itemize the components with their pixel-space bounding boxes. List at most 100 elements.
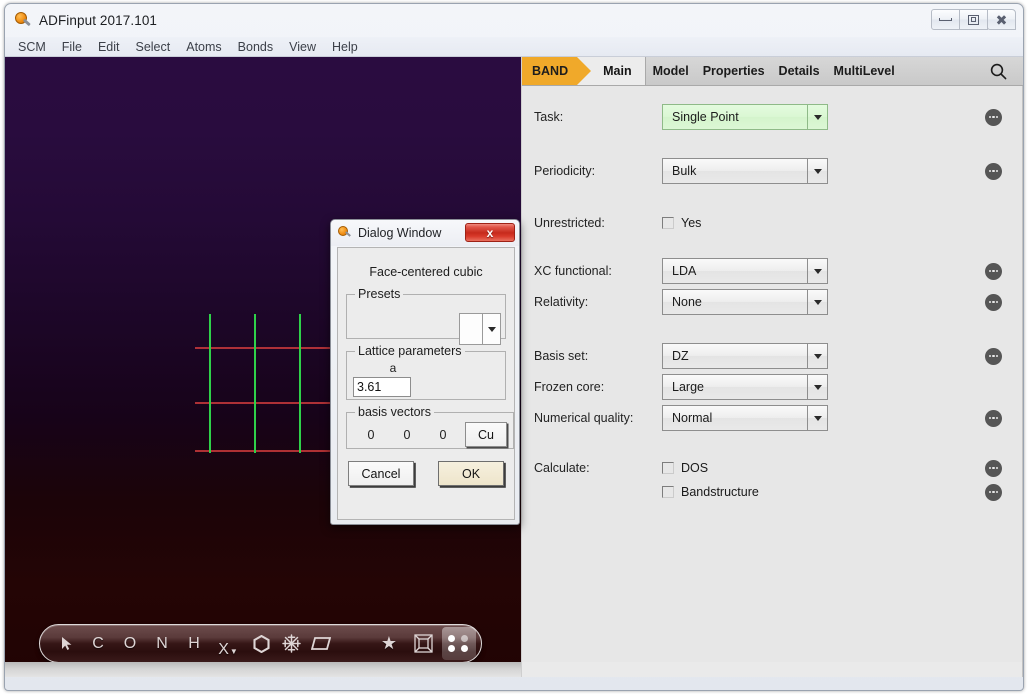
field-row-unrestricted: Unrestricted: Yes [522,210,1022,236]
presets-combo-value [460,314,482,344]
close-button[interactable]: ✖ [987,9,1016,30]
basis-coord-y[interactable]: 0 [389,428,425,442]
star-icon[interactable]: ★ [374,629,404,659]
tab-details[interactable]: Details [772,57,827,85]
combo-numerical-quality-value: Normal [663,411,807,425]
element-x-dropdown[interactable]: X ▼ [210,629,246,659]
more-options-numerical-quality[interactable] [985,410,1002,427]
tab-model[interactable]: Model [646,57,696,85]
menu-item-view[interactable]: View [281,37,324,57]
dialog-close-button[interactable]: x [465,223,515,242]
element-h-button[interactable]: H [178,629,210,659]
presets-legend: Presets [355,287,403,301]
field-row-relativity: Relativity: None [522,289,1022,315]
label-frozen-core: Frozen core: [534,380,604,394]
menu-item-scm[interactable]: SCM [10,37,54,57]
tab-multilevel[interactable]: MultiLevel [827,57,902,85]
checkbox-bandstructure-label: Bandstructure [681,485,759,499]
menu-item-bonds[interactable]: Bonds [230,37,281,57]
basis-coord-z[interactable]: 0 [425,428,461,442]
combo-task[interactable]: Single Point [662,104,828,130]
dialog-heading: Face-centered cubic [346,265,506,279]
program-tab-band[interactable]: BAND [522,57,577,85]
more-options-periodicity[interactable] [985,163,1002,180]
element-c-button[interactable]: C [82,629,114,659]
more-options-task[interactable] [985,109,1002,126]
viewport-footer [5,662,521,677]
element-o-button[interactable]: O [114,629,146,659]
combo-relativity[interactable]: None [662,289,828,315]
label-relativity: Relativity: [534,295,588,309]
more-options-basis-set[interactable] [985,348,1002,365]
combo-task-value: Single Point [663,110,807,124]
checkbox-unrestricted[interactable]: Yes [662,216,701,230]
ring-icon[interactable] [246,629,276,659]
menu-item-select[interactable]: Select [127,37,178,57]
basis-vectors-legend: basis vectors [355,405,434,419]
element-x-label: X [218,641,229,659]
more-options-relativity[interactable] [985,294,1002,311]
lattice-a-input[interactable]: 3.61 [353,377,411,397]
panel-content: Task: Single Point Periodicity: Bulk [522,86,1023,677]
presets-group: Presets [346,287,506,339]
window-title: ADFinput 2017.101 [39,13,157,28]
chevron-down-icon[interactable] [807,375,827,399]
menu-item-help[interactable]: Help [324,37,366,57]
menu-item-atoms[interactable]: Atoms [178,37,229,57]
chevron-down-icon[interactable] [807,290,827,314]
search-icon[interactable] [980,57,1023,85]
checkbox-box[interactable] [662,217,674,229]
combo-basis-set[interactable]: DZ [662,343,828,369]
more-options-xc-functional[interactable] [985,263,1002,280]
lattice-parameters-group: Lattice parameters a 3.61 [346,344,506,400]
ok-button[interactable]: OK [438,461,504,486]
presets-combo[interactable] [459,313,501,345]
magnifier-icon [15,12,32,29]
cube-icon[interactable] [408,629,438,659]
basis-element-button[interactable]: Cu [465,422,507,447]
label-numerical-quality: Numerical quality: [534,411,633,425]
dialog-buttons: Cancel OK [346,461,506,486]
snowflake-icon[interactable] [276,629,306,659]
combo-periodicity[interactable]: Bulk [662,158,828,184]
field-row-calculate-bandstructure: Bandstructure [522,479,1022,505]
menu-item-file[interactable]: File [54,37,90,57]
checkbox-bandstructure[interactable]: Bandstructure [662,485,759,499]
chevron-down-icon[interactable] [807,105,827,129]
plane-icon[interactable] [306,629,336,659]
field-row-frozen-core: Frozen core: Large [522,374,1022,400]
field-row-basis-set: Basis set: DZ [522,343,1022,369]
combo-frozen-core[interactable]: Large [662,374,828,400]
cancel-button[interactable]: Cancel [348,461,414,486]
chevron-down-icon[interactable] [807,344,827,368]
chevron-down-icon[interactable] [807,159,827,183]
cursor-arrow-icon[interactable] [50,629,82,659]
checkbox-box[interactable] [662,486,674,498]
dialog-body: Face-centered cubic Presets Lattice para… [337,247,515,520]
combo-frozen-core-value: Large [663,380,807,394]
grid-dots-button[interactable] [442,627,476,660]
field-row-xc-functional: XC functional: LDA [522,258,1022,284]
field-row-task: Task: Single Point [522,104,1022,130]
minimize-button[interactable] [931,9,960,30]
lattice-parameters-legend: Lattice parameters [355,344,465,358]
more-options-bandstructure[interactable] [985,484,1002,501]
settings-panel: BAND Main Model Properties Details Multi… [521,57,1023,677]
field-row-calculate-dos: Calculate: DOS [522,455,1022,481]
menu-item-edit[interactable]: Edit [90,37,128,57]
checkbox-box[interactable] [662,462,674,474]
basis-coord-x[interactable]: 0 [353,428,389,442]
combo-numerical-quality[interactable]: Normal [662,405,828,431]
title-bar: ADFinput 2017.101 ✖ [5,4,1023,37]
more-options-dos[interactable] [985,460,1002,477]
combo-xc-functional[interactable]: LDA [662,258,828,284]
application-window: ADFinput 2017.101 ✖ SCM File Edit Select… [4,3,1024,691]
maximize-button[interactable] [959,9,988,30]
chevron-down-icon[interactable] [482,314,500,344]
tab-properties[interactable]: Properties [696,57,772,85]
checkbox-dos[interactable]: DOS [662,461,708,475]
element-n-button[interactable]: N [146,629,178,659]
chevron-down-icon[interactable] [807,406,827,430]
basis-vector-row: 0 0 0 Cu [353,422,507,447]
chevron-down-icon[interactable] [807,259,827,283]
